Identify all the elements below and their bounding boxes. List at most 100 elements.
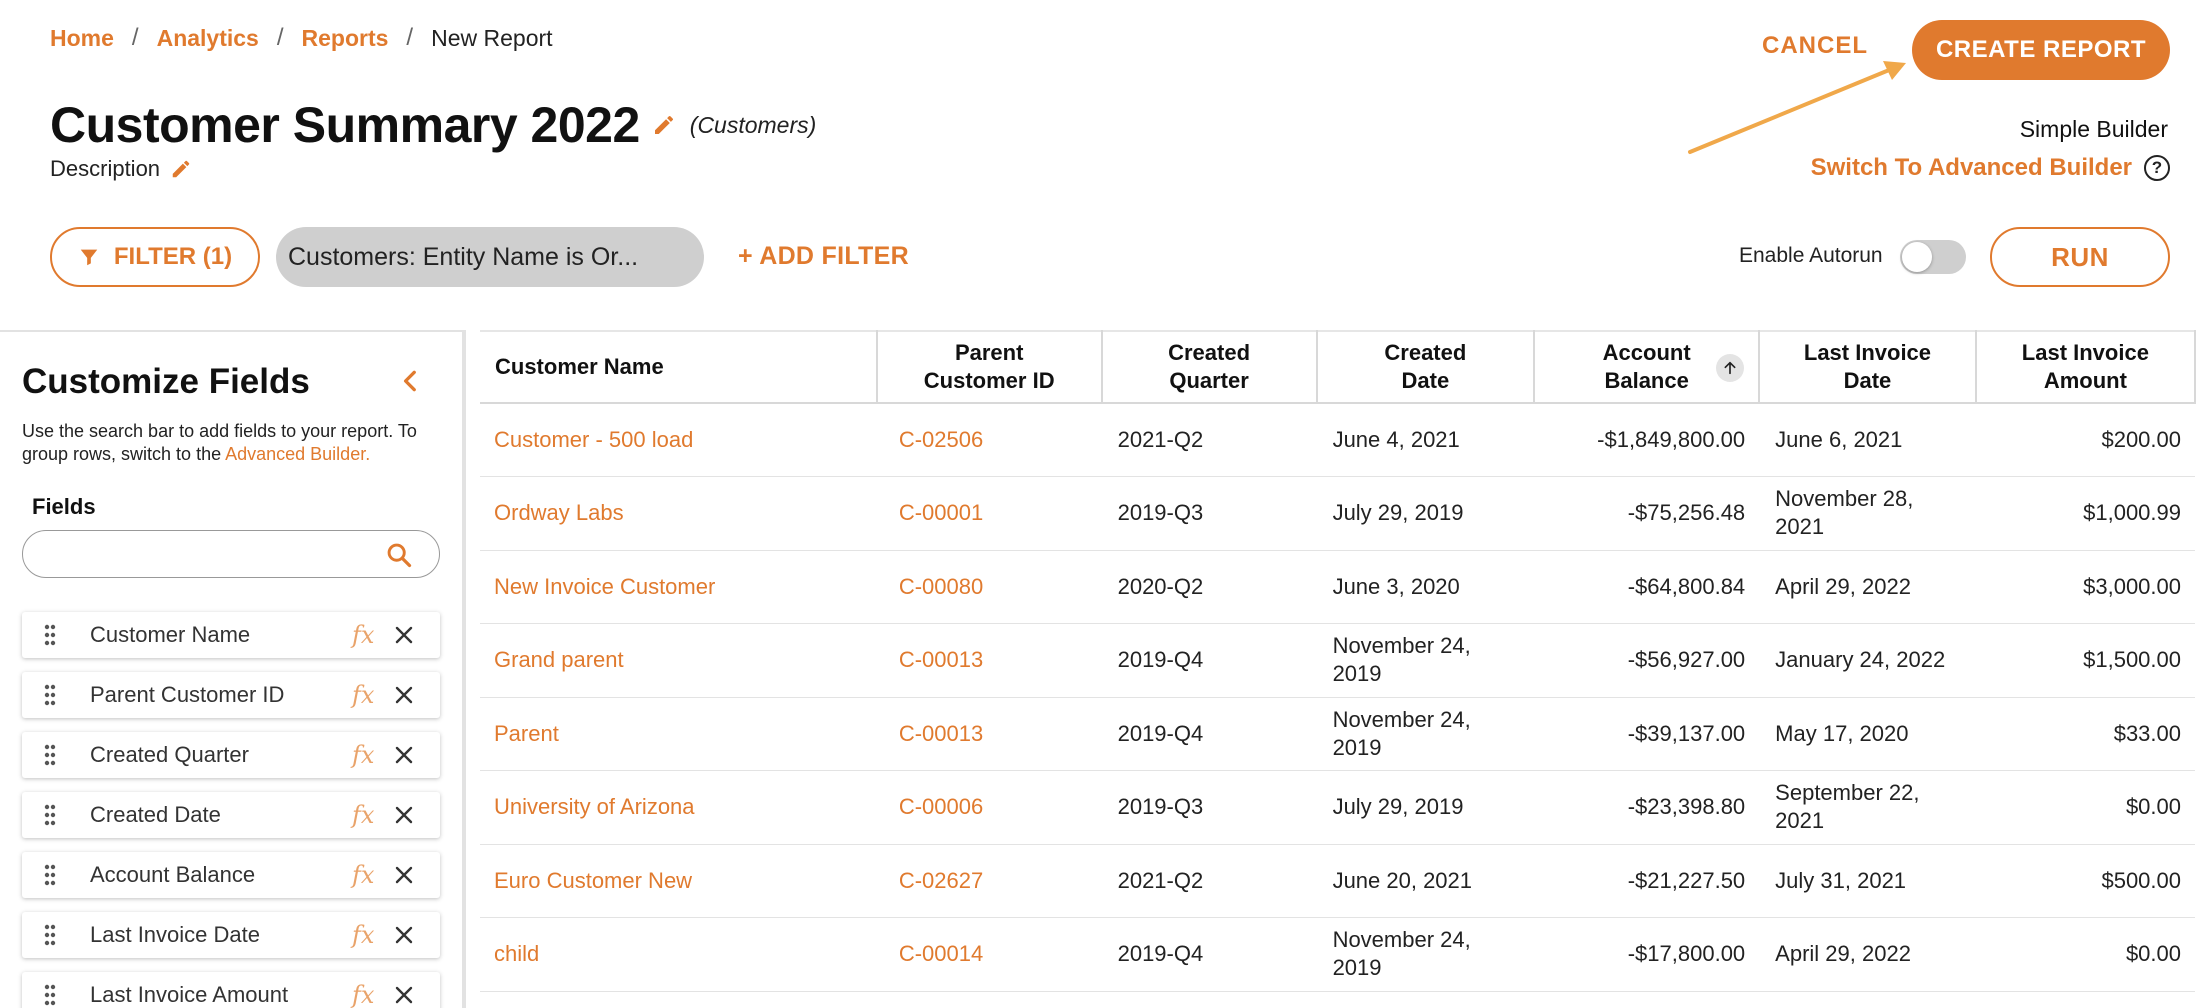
column-header-label: Created Date xyxy=(1384,340,1467,393)
search-icon[interactable] xyxy=(385,541,413,569)
column-header-label: Account Balance xyxy=(1602,340,1691,393)
create-report-button[interactable]: CREATE REPORT xyxy=(1912,20,2170,80)
filter-funnel-icon xyxy=(80,249,98,266)
drag-handle-icon[interactable] xyxy=(44,864,56,886)
customize-help-text: Use the search bar to add fields to your… xyxy=(22,420,452,466)
help-icon[interactable]: ? xyxy=(2144,155,2170,181)
field-item[interactable]: Created Date fx xyxy=(22,792,440,838)
cell-last-invoice-amount: $500.00 xyxy=(1975,844,2195,918)
column-header-created-date[interactable]: Created Date xyxy=(1316,330,1536,404)
drag-handle-icon[interactable] xyxy=(44,744,56,766)
collapse-chevron-left-icon[interactable] xyxy=(398,368,424,394)
cell-last-invoice-date: January 24, 2022 xyxy=(1759,623,1976,698)
cell-customer-name[interactable]: University of Arizona xyxy=(480,770,877,845)
remove-field-close-icon[interactable] xyxy=(394,745,414,765)
drag-handle-icon[interactable] xyxy=(44,804,56,826)
formula-fx-icon[interactable]: fx xyxy=(352,861,374,889)
cell-parent-customer-id[interactable]: C-00001 xyxy=(876,476,1102,551)
cell-parent-customer-id[interactable]: C-00006 xyxy=(876,770,1102,845)
drag-handle-icon[interactable] xyxy=(44,984,56,1006)
cell-customer-name[interactable]: Parent xyxy=(480,697,877,771)
drag-handle-icon[interactable] xyxy=(44,924,56,946)
column-header-label: Parent Customer ID xyxy=(923,340,1055,393)
column-header-customer-name[interactable]: Customer Name xyxy=(480,330,878,404)
formula-fx-icon[interactable]: fx xyxy=(352,801,374,829)
add-filter-button[interactable]: + ADD FILTER xyxy=(738,242,909,271)
cell-last-invoice-amount: $3,000.00 xyxy=(1975,550,2195,624)
cell-created-quarter: 2019-Q4 xyxy=(1101,623,1317,698)
remove-field-close-icon[interactable] xyxy=(394,925,414,945)
autorun-toggle[interactable] xyxy=(1900,240,1966,274)
edit-title-pencil-icon[interactable] xyxy=(652,113,676,137)
table-row: Euro Customer New C-02627 2021-Q2 June 20, … xyxy=(480,844,2195,918)
switch-advanced-builder-link[interactable]: Switch To Advanced Builder ? xyxy=(1811,154,2170,182)
cell-parent-customer-id[interactable]: C-02627 xyxy=(876,844,1102,918)
cell-account-balance: -$17,800.00 xyxy=(1534,917,1760,992)
remove-field-close-icon[interactable] xyxy=(394,685,414,705)
builder-mode-label: Simple Builder xyxy=(2019,116,2168,142)
cell-customer-name[interactable]: Customer - 500 load xyxy=(480,403,877,477)
sort-ascending-arrow-icon[interactable] xyxy=(1716,354,1745,382)
cell-customer-name[interactable]: Grand parent xyxy=(480,623,877,698)
field-search-input[interactable] xyxy=(39,531,379,575)
column-header-account-balance[interactable]: Account Balance xyxy=(1534,330,1761,404)
field-item[interactable]: Created Quarter fx xyxy=(22,732,440,778)
filter-button[interactable]: FILTER (1) xyxy=(50,227,260,287)
breadcrumb-reports-link[interactable]: Reports xyxy=(302,25,389,52)
field-item-label: Last Invoice Date xyxy=(90,922,260,947)
formula-fx-icon[interactable]: fx xyxy=(352,741,374,769)
cell-parent-customer-id[interactable]: C-02506 xyxy=(876,403,1102,477)
field-item[interactable]: Account Balance fx xyxy=(22,852,440,898)
toggle-knob xyxy=(1902,242,1932,272)
column-header-parent-customer-id[interactable]: Parent Customer ID xyxy=(876,330,1103,404)
remove-field-close-icon[interactable] xyxy=(394,625,414,645)
cell-created-date: July 29, 2019 xyxy=(1316,770,1535,845)
cell-parent-customer-id[interactable]: C-00014 xyxy=(876,917,1102,992)
remove-field-close-icon[interactable] xyxy=(394,865,414,885)
cell-customer-name[interactable]: Euro Customer New xyxy=(480,844,877,918)
formula-fx-icon[interactable]: fx xyxy=(352,981,374,1008)
field-item[interactable]: Last Invoice Date fx xyxy=(22,912,440,958)
report-table: Customer Name Parent Customer ID Created… xyxy=(480,330,2196,992)
cell-created-quarter: 2019-Q3 xyxy=(1101,476,1317,551)
cell-created-quarter: 2019-Q4 xyxy=(1101,697,1317,771)
drag-handle-icon[interactable] xyxy=(44,624,56,646)
customize-fields-panel: Customize Fields Use the search bar to a… xyxy=(0,330,466,1008)
field-item[interactable]: Parent Customer ID fx xyxy=(22,672,440,718)
cell-customer-name[interactable]: Ordway Labs xyxy=(480,476,877,551)
cell-last-invoice-amount: $0.00 xyxy=(1975,917,2195,992)
drag-handle-icon[interactable] xyxy=(44,684,56,706)
formula-fx-icon[interactable]: fx xyxy=(352,681,374,709)
field-item[interactable]: Customer Name fx xyxy=(22,612,440,658)
run-button[interactable]: RUN xyxy=(1990,227,2170,287)
table-row: New Invoice Customer C-00080 2020-Q2 June 3… xyxy=(480,550,2195,624)
formula-fx-icon[interactable]: fx xyxy=(352,621,374,649)
cell-last-invoice-amount: $33.00 xyxy=(1975,697,2195,771)
cell-account-balance: -$64,800.84 xyxy=(1534,550,1760,624)
column-header-last-invoice-amount[interactable]: Last Invoice Amount xyxy=(1975,330,2196,404)
cell-last-invoice-date: May 17, 2020 xyxy=(1759,697,1976,771)
field-item[interactable]: Last Invoice Amount fx xyxy=(22,972,440,1008)
cell-customer-name[interactable]: child xyxy=(480,917,877,992)
remove-field-close-icon[interactable] xyxy=(394,985,414,1005)
advanced-builder-link[interactable]: Advanced Builder. xyxy=(225,444,370,464)
table-row: Parent C-00013 2019-Q4 November 24, 2019 -$3… xyxy=(480,697,2195,771)
cell-account-balance: -$1,849,800.00 xyxy=(1534,403,1760,477)
remove-field-close-icon[interactable] xyxy=(394,805,414,825)
active-filter-chip[interactable]: Customers: Entity Name is Or... xyxy=(276,227,704,287)
description-label: Description xyxy=(50,156,161,181)
cell-account-balance: -$21,227.50 xyxy=(1534,844,1760,918)
cell-parent-customer-id[interactable]: C-00013 xyxy=(876,623,1102,698)
cell-created-quarter: 2021-Q2 xyxy=(1101,403,1317,477)
cell-parent-customer-id[interactable]: C-00080 xyxy=(876,550,1102,624)
breadcrumb-home-link[interactable]: Home xyxy=(50,25,114,52)
edit-description-pencil-icon[interactable] xyxy=(170,158,192,180)
cell-parent-customer-id[interactable]: C-00013 xyxy=(876,697,1102,771)
column-header-last-invoice-date[interactable]: Last Invoice Date xyxy=(1759,330,1977,404)
breadcrumb-analytics-link[interactable]: Analytics xyxy=(157,25,259,52)
column-header-created-quarter[interactable]: Created Quarter xyxy=(1101,330,1318,404)
cell-last-invoice-amount: $200.00 xyxy=(1975,403,2195,477)
cell-customer-name[interactable]: New Invoice Customer xyxy=(480,550,877,624)
field-item-label: Last Invoice Amount xyxy=(90,982,289,1007)
formula-fx-icon[interactable]: fx xyxy=(352,921,374,949)
